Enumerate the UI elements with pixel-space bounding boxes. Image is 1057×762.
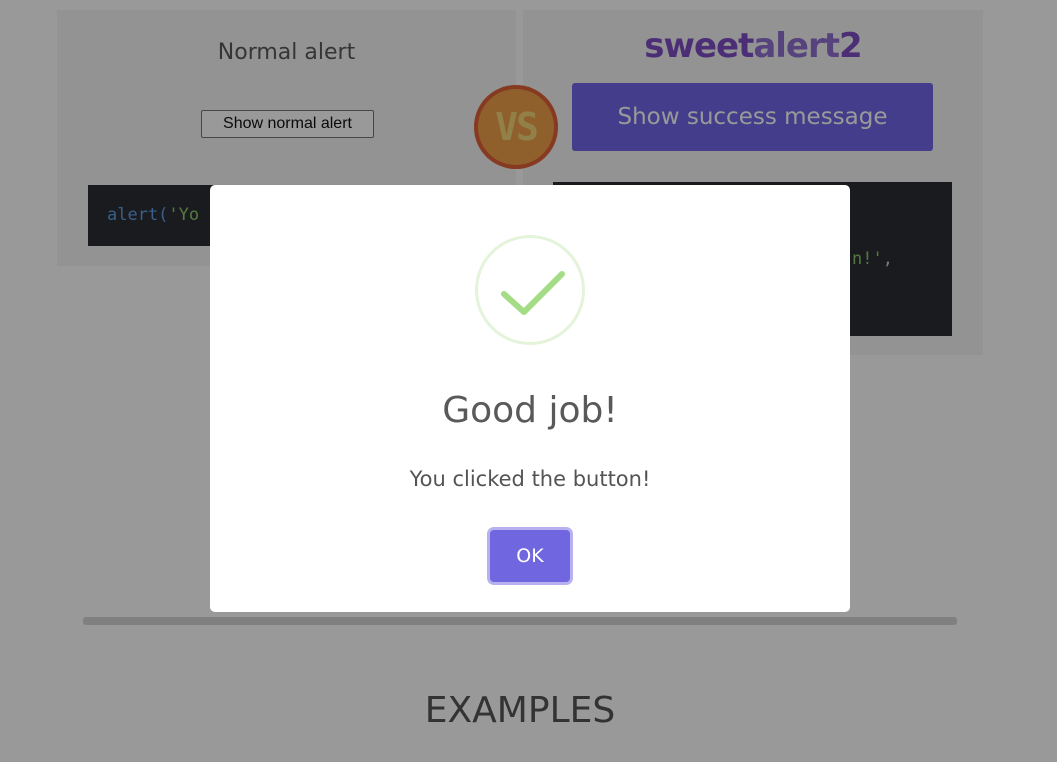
- success-check-icon: [475, 235, 585, 345]
- modal-message: You clicked the button!: [409, 467, 651, 491]
- success-alert-modal: Good job! You clicked the button! OK: [210, 185, 850, 612]
- page: Normal alert Show normal alert alert('Yo…: [0, 0, 1057, 762]
- checkmark-icon: [501, 271, 565, 315]
- ok-button[interactable]: OK: [490, 530, 570, 582]
- modal-title: Good job!: [442, 390, 618, 431]
